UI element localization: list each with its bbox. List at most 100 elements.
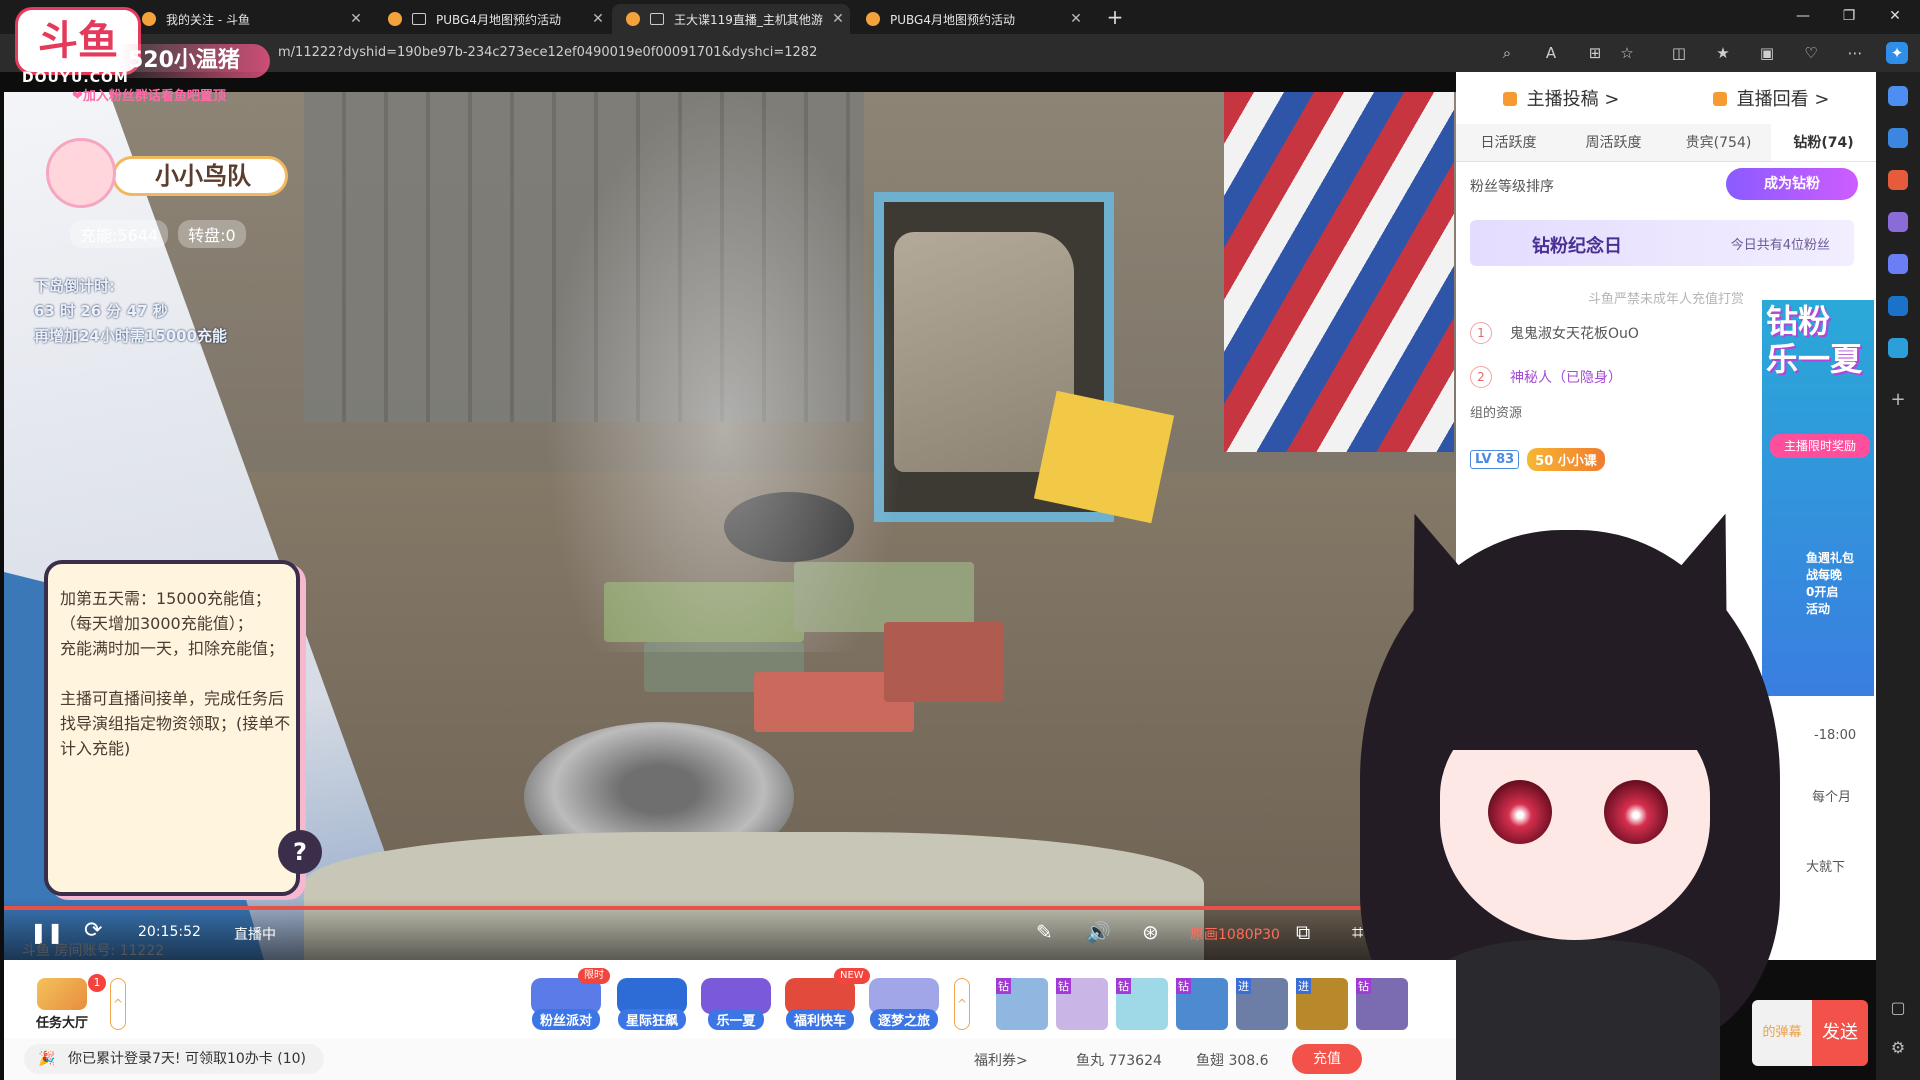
fishball-balance: 鱼丸 773624: [1076, 1053, 1162, 1069]
settings-gear-icon[interactable]: ⚙: [1888, 1038, 1908, 1058]
split-screen-icon[interactable]: ◫: [1668, 42, 1690, 64]
volume-icon[interactable]: 🔊: [1086, 920, 1111, 944]
gift-item[interactable]: 钻: [1056, 978, 1108, 1030]
activity-label: 星际狂飙: [617, 1009, 686, 1030]
team-card: 小小鸟队: [46, 138, 292, 208]
activity-star-race[interactable]: 星际狂飙: [612, 978, 692, 1034]
rank-row[interactable]: 1 鬼鬼淑女天花板OuO: [1470, 318, 1639, 348]
tab-live-room[interactable]: 王大谍119直播_主机其他游 ✕: [612, 4, 850, 34]
gift-item[interactable]: 进: [1236, 978, 1288, 1030]
gift-item[interactable]: 钻: [996, 978, 1048, 1030]
replay-link[interactable]: 直播回看 >: [1713, 85, 1830, 111]
restore-button[interactable]: ❐: [1826, 0, 1872, 32]
avatar-eye-right: [1604, 780, 1668, 844]
quality-selector[interactable]: 原画1080P30: [1190, 924, 1280, 944]
tab-diamond-fans[interactable]: 钻粉(74): [1771, 124, 1876, 161]
add-sidebar-icon[interactable]: +: [1888, 390, 1908, 410]
become-fan-button[interactable]: 成为钻粉: [1726, 168, 1858, 200]
memorial-title: 钻粉纪念日: [1532, 236, 1622, 257]
fan-badge: 50 小小课: [1527, 448, 1605, 471]
close-tab-icon[interactable]: ✕: [826, 11, 850, 27]
gift-item[interactable]: 钻: [1356, 978, 1408, 1030]
panel-header: 主播投稿 > 直播回看 >: [1456, 72, 1876, 124]
close-tab-icon[interactable]: ✕: [344, 11, 368, 27]
tab-weekly-active[interactable]: 周活跃度: [1561, 124, 1666, 161]
danmu-input[interactable]: 的弹幕: [1752, 1000, 1812, 1066]
search-sidebar-icon[interactable]: [1888, 86, 1908, 106]
tab-pubg-2[interactable]: PUBG4月地图预约活动 ✕: [852, 4, 1088, 34]
activity-dream-trip[interactable]: 逐梦之旅: [864, 978, 944, 1034]
muted-speaker-icon[interactable]: [412, 13, 426, 25]
zoom-icon[interactable]: ⌕: [1496, 42, 1518, 64]
close-tab-icon[interactable]: ✕: [586, 11, 610, 27]
browser-essentials-icon[interactable]: ♡: [1800, 42, 1822, 64]
help-question-icon[interactable]: ?: [278, 830, 322, 874]
promo-title[interactable]: 钻粉 乐一夏: [1766, 302, 1862, 378]
coupon-link[interactable]: 福利券>: [974, 1050, 1028, 1070]
expand-activities-arrow[interactable]: ^: [954, 978, 970, 1030]
tab-pubg-1[interactable]: PUBG4月地图预约活动 ✕: [374, 4, 610, 34]
expand-left-arrow[interactable]: ^: [110, 978, 126, 1030]
copilot-icon[interactable]: ✦: [1886, 42, 1908, 64]
rank-number: 1: [1470, 322, 1492, 344]
activity-welfare-train[interactable]: 福利快车: [780, 978, 860, 1034]
tag-icon[interactable]: [1888, 128, 1908, 148]
close-tab-icon[interactable]: ✕: [1064, 11, 1088, 27]
read-aloud-icon[interactable]: A: [1540, 42, 1562, 64]
edit-icon[interactable]: ✎: [1036, 920, 1053, 944]
activity-label: 粉丝派对: [531, 1009, 600, 1030]
live-progress-bar[interactable]: [4, 906, 1456, 910]
url-field[interactable]: m/11222?dyshid=190be97b-234c273ece12ef04…: [278, 45, 817, 60]
app-available-icon[interactable]: ⊞: [1584, 42, 1606, 64]
pip-icon[interactable]: ⧉: [1296, 920, 1310, 944]
tab-daily-active[interactable]: 日活跃度: [1456, 124, 1561, 161]
douyu-favicon-icon: [388, 12, 402, 26]
room-id: 斗鱼 房间账号: 11222: [22, 943, 165, 959]
gift-item[interactable]: 进: [1296, 978, 1348, 1030]
tab-title: PUBG4月地图预约活动: [890, 12, 1015, 27]
chat-badges: LV 83 50 小小课: [1470, 448, 1605, 471]
favorite-star-icon[interactable]: ☆: [1616, 42, 1638, 64]
recharge-button[interactable]: 充值: [1292, 1044, 1362, 1074]
send-button[interactable]: 发送: [1812, 1000, 1868, 1066]
countdown-time: 63 时 26 分 47 秒: [34, 302, 168, 320]
new-tab-button[interactable]: +: [1103, 4, 1127, 30]
live-status: 直播中: [234, 927, 276, 943]
streamer-posts-link[interactable]: 主播投稿 >: [1503, 85, 1620, 111]
task-hall-icon: [37, 978, 87, 1010]
speaker-icon[interactable]: [650, 13, 664, 25]
sort-label[interactable]: 粉丝等级排序: [1470, 176, 1554, 196]
sidebar-layout-icon[interactable]: ▢: [1888, 998, 1908, 1018]
login-reward-tip[interactable]: 你已累计登录7天! 可领取10办卡 (10): [24, 1044, 324, 1074]
video-smoke: [544, 92, 904, 652]
gift-item[interactable]: 钻: [1116, 978, 1168, 1030]
energy-row: 充能:5644 转盘:0: [70, 220, 256, 248]
fan-memorial-banner[interactable]: 钻粉纪念日 今日共有4位粉丝: [1470, 220, 1854, 266]
countdown-label: 下岛倒计时:: [34, 277, 115, 295]
memorial-count: 今日共有4位粉丝: [1730, 238, 1830, 253]
gift-item[interactable]: 钻: [1176, 978, 1228, 1030]
activity-summer[interactable]: 乐一夏: [696, 978, 776, 1034]
promo-reward-tag[interactable]: 主播限时奖励: [1770, 434, 1870, 458]
gift-tag: 进: [1296, 978, 1311, 994]
shopping-icon[interactable]: [1888, 170, 1908, 190]
copilot-sidebar-icon[interactable]: [1888, 254, 1908, 274]
task-badge: 1: [88, 974, 106, 992]
tab-vip[interactable]: 贵宾(754): [1666, 124, 1771, 161]
fishwing-balance: 鱼翅 308.6: [1196, 1053, 1269, 1069]
favorites-icon[interactable]: ★: [1712, 42, 1734, 64]
avatar-eye-left: [1488, 780, 1552, 844]
outlook-icon[interactable]: [1888, 296, 1908, 316]
rank-row[interactable]: 2 神秘人（已隐身）: [1470, 362, 1622, 392]
close-window-button[interactable]: ✕: [1872, 0, 1918, 32]
danmu-toggle-icon[interactable]: ⊛: [1142, 920, 1159, 944]
activity-fan-party[interactable]: 粉丝派对: [526, 978, 606, 1034]
promo-gift-text[interactable]: 鱼週礼包 战每晚 0开启 活动: [1806, 550, 1854, 618]
collections-icon[interactable]: ▣: [1756, 42, 1778, 64]
send-icon[interactable]: [1888, 338, 1908, 358]
games-icon[interactable]: [1888, 212, 1908, 232]
pin-banner: ❤加入粉丝群话看鱼吧置顶: [72, 89, 226, 104]
minimize-button[interactable]: —: [1780, 0, 1826, 32]
more-menu-icon[interactable]: ⋯: [1844, 42, 1866, 64]
gift-tag: 钻: [1056, 978, 1071, 994]
